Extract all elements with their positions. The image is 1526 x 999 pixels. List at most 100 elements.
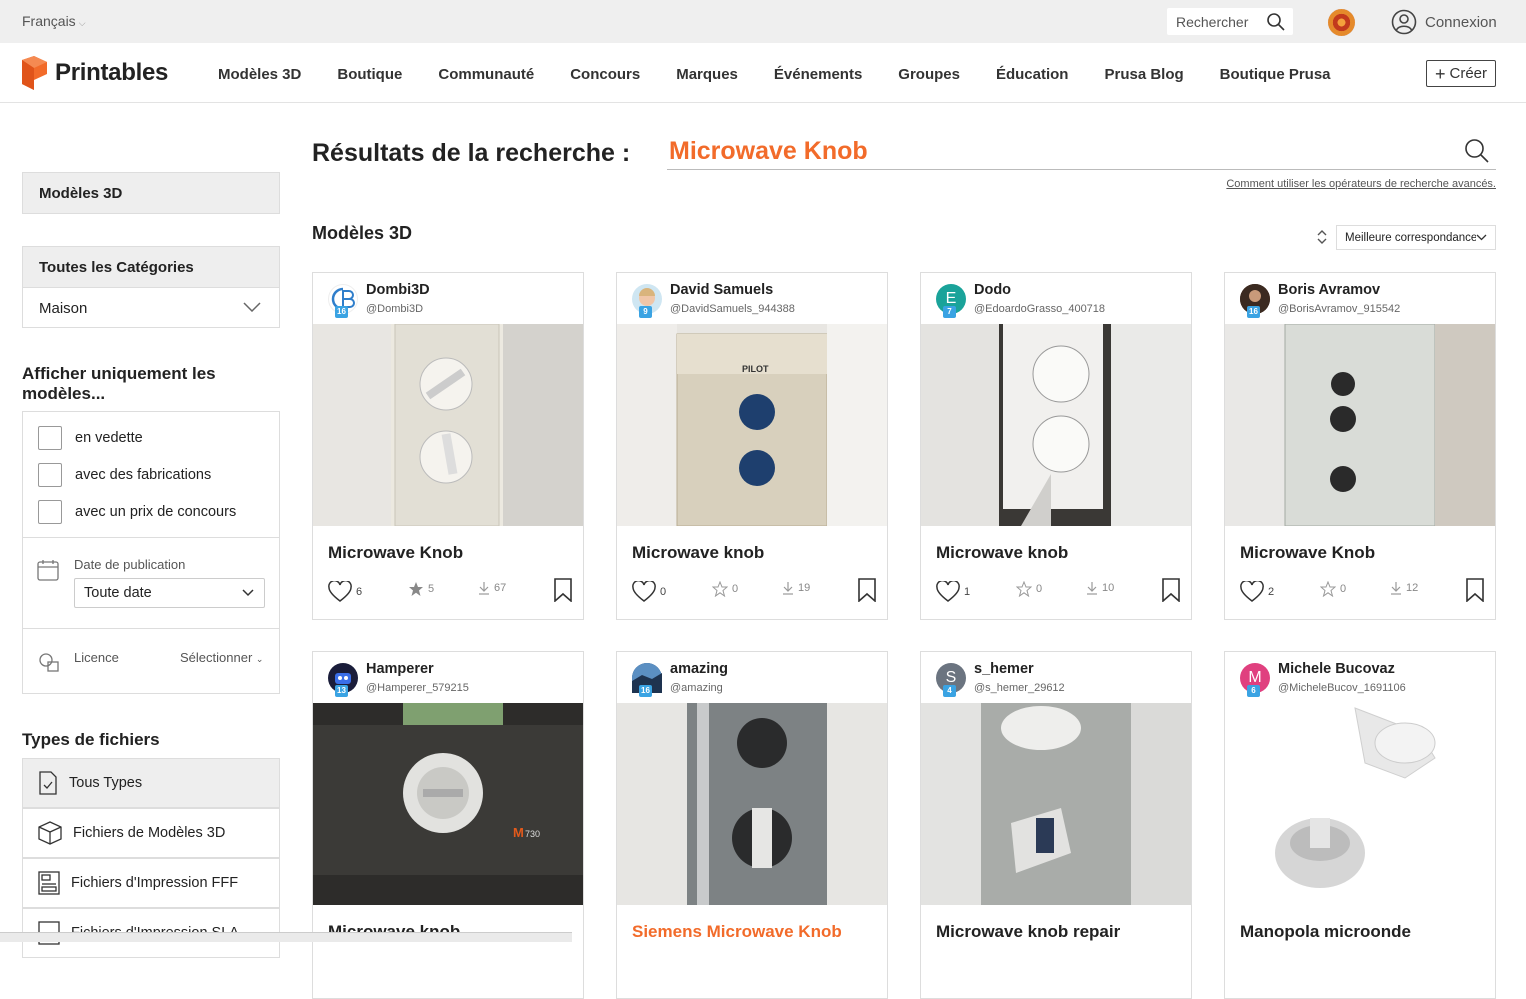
sort-icon[interactable] bbox=[1315, 229, 1329, 245]
author-name[interactable]: Michele Bucovaz bbox=[1278, 661, 1395, 677]
bookmark-icon[interactable] bbox=[1161, 578, 1181, 602]
nav-item-community[interactable]: Communauté bbox=[438, 66, 534, 83]
date-select[interactable]: Toute date bbox=[74, 578, 265, 608]
file-type-fff[interactable]: Fichiers d'Impression FFF bbox=[22, 858, 280, 908]
checkbox[interactable] bbox=[38, 463, 62, 487]
level-badge: 6 bbox=[1247, 685, 1260, 697]
file-type-fff-label: Fichiers d'Impression FFF bbox=[71, 875, 239, 891]
show-only-title: Afficher uniquement les modèles... bbox=[22, 364, 216, 403]
star-outline-icon bbox=[712, 581, 728, 597]
author-name[interactable]: Boris Avramov bbox=[1278, 282, 1380, 298]
downloads-count: 19 bbox=[798, 582, 811, 594]
filter-with-makes[interactable]: avec des fabrications bbox=[38, 463, 211, 487]
date-value: Toute date bbox=[84, 585, 152, 601]
like-button[interactable]: 1 bbox=[936, 581, 970, 603]
nav-item-models[interactable]: Modèles 3D bbox=[218, 66, 301, 83]
like-button[interactable]: 6 bbox=[328, 581, 362, 603]
checkbox[interactable] bbox=[38, 500, 62, 524]
chevron-down-icon bbox=[242, 589, 254, 597]
model-title[interactable]: Siemens Microwave Knob bbox=[632, 922, 842, 942]
model-card[interactable]: 16 Dombi3D @Dombi3D Microwave Knob 6 5 6… bbox=[312, 272, 584, 620]
heart-icon bbox=[1240, 581, 1264, 602]
model-card[interactable]: 16 amazing @amazing Siemens Microwave Kn… bbox=[616, 651, 888, 999]
nav-item-blog[interactable]: Prusa Blog bbox=[1104, 66, 1183, 83]
language-selector[interactable]: Français ⌵ bbox=[22, 13, 86, 29]
results-title: Résultats de la recherche : bbox=[312, 139, 631, 167]
bookmark-icon[interactable] bbox=[553, 578, 573, 602]
model-title[interactable]: Microwave knob repair bbox=[936, 922, 1120, 942]
login-button[interactable]: Connexion bbox=[1391, 9, 1497, 35]
category-value: Maison bbox=[39, 300, 88, 317]
top-search-input[interactable]: Rechercher bbox=[1167, 8, 1293, 35]
star-outline-icon bbox=[1016, 581, 1032, 597]
model-thumbnail[interactable]: M 730 bbox=[313, 703, 583, 905]
nav-item-groups[interactable]: Groupes bbox=[898, 66, 960, 83]
model-card[interactable]: 13 Hamperer @Hamperer_579215 M730 Microw… bbox=[312, 651, 584, 999]
like-button[interactable]: 2 bbox=[1240, 581, 1274, 603]
model-card[interactable]: 9 David Samuels @DavidSamuels_944388 PIL… bbox=[616, 272, 888, 620]
nav-item-shop[interactable]: Boutique bbox=[337, 66, 402, 83]
category-select[interactable]: Maison bbox=[22, 287, 280, 328]
model-card[interactable]: S 4 s_hemer @s_hemer_29612 Microwave kno… bbox=[920, 651, 1192, 999]
author-name[interactable]: amazing bbox=[670, 661, 728, 677]
like-button[interactable]: 0 bbox=[632, 581, 666, 603]
search-icon[interactable] bbox=[1266, 12, 1286, 32]
nav-item-contests[interactable]: Concours bbox=[570, 66, 640, 83]
model-thumbnail[interactable] bbox=[921, 324, 1191, 526]
model-thumbnail[interactable] bbox=[921, 703, 1191, 905]
search-icon[interactable] bbox=[1464, 138, 1490, 164]
filter-with-makes-label: avec des fabrications bbox=[75, 467, 212, 483]
sort-value: Meilleure correspondance bbox=[1345, 232, 1478, 244]
categories-header[interactable]: Toutes les Catégories bbox=[22, 246, 280, 288]
model-thumbnail[interactable] bbox=[617, 703, 887, 905]
model-card[interactable]: M 6 Michele Bucovaz @MicheleBucov_169110… bbox=[1224, 651, 1496, 999]
sort-select[interactable]: Meilleure correspondance bbox=[1336, 225, 1496, 250]
model-title[interactable]: Microwave Knob bbox=[328, 543, 463, 563]
filter-featured[interactable]: en vedette bbox=[38, 426, 143, 450]
bookmark-icon[interactable] bbox=[1465, 578, 1485, 602]
model-thumbnail[interactable]: PILOT bbox=[617, 324, 887, 526]
file-type-all[interactable]: Tous Types bbox=[22, 758, 280, 808]
author-name[interactable]: s_hemer bbox=[974, 661, 1034, 677]
heart-icon bbox=[936, 581, 960, 602]
file-type-3d-models[interactable]: Fichiers de Modèles 3D bbox=[22, 808, 280, 858]
downloads-count: 12 bbox=[1406, 582, 1419, 594]
downloads: 12 bbox=[1390, 581, 1418, 595]
author-handle: @s_hemer_29612 bbox=[974, 682, 1065, 694]
model-title[interactable]: Microwave knob bbox=[632, 543, 764, 563]
license-select[interactable]: Sélectionner ⌄ bbox=[180, 650, 263, 665]
nav-menu: Modèles 3D Boutique Communauté Concours … bbox=[218, 66, 1367, 83]
model-title[interactable]: Microwave knob bbox=[936, 543, 1068, 563]
likes-count: 2 bbox=[1268, 586, 1275, 598]
nav-item-brands[interactable]: Marques bbox=[676, 66, 738, 83]
model-title[interactable]: Microwave Knob bbox=[1240, 543, 1375, 563]
results-search-input[interactable]: Microwave Knob bbox=[667, 131, 1496, 170]
file-type-3d-models-label: Fichiers de Modèles 3D bbox=[73, 825, 226, 841]
chevron-down-icon: ⌵ bbox=[78, 18, 86, 28]
advanced-search-link[interactable]: Comment utiliser les opérateurs de reche… bbox=[1226, 178, 1496, 190]
author-name[interactable]: David Samuels bbox=[670, 282, 773, 298]
printables-logo[interactable]: Printables bbox=[22, 56, 168, 90]
model-thumbnail[interactable] bbox=[1225, 703, 1495, 905]
model-card[interactable]: 16 Boris Avramov @BorisAvramov_915542 Mi… bbox=[1224, 272, 1496, 620]
prusa-badge-icon[interactable] bbox=[1328, 9, 1355, 36]
author-name[interactable]: Hamperer bbox=[366, 661, 434, 677]
nav-item-education[interactable]: Éducation bbox=[996, 66, 1069, 83]
model-title[interactable]: Manopola microonde bbox=[1240, 922, 1411, 942]
filter-box: en vedette avec des fabrications avec un… bbox=[22, 411, 280, 694]
level-badge: 16 bbox=[335, 306, 348, 318]
model-thumbnail[interactable] bbox=[1225, 324, 1495, 526]
nav-item-events[interactable]: Événements bbox=[774, 66, 862, 83]
model-thumbnail[interactable] bbox=[313, 324, 583, 526]
model-card[interactable]: E 7 Dodo @EdoardoGrasso_400718 Microwave… bbox=[920, 272, 1192, 620]
nav-item-prusa-shop[interactable]: Boutique Prusa bbox=[1220, 66, 1331, 83]
create-label: Créer bbox=[1449, 65, 1488, 82]
checkbox[interactable] bbox=[38, 426, 62, 450]
sidebar-models-header[interactable]: Modèles 3D bbox=[22, 172, 280, 214]
bookmark-icon[interactable] bbox=[857, 578, 877, 602]
filter-contest-prize[interactable]: avec un prix de concours bbox=[38, 500, 236, 524]
author-name[interactable]: Dodo bbox=[974, 282, 1011, 298]
author-name[interactable]: Dombi3D bbox=[366, 282, 430, 298]
user-icon bbox=[1391, 9, 1417, 35]
create-button[interactable]: + Créer bbox=[1426, 60, 1496, 87]
